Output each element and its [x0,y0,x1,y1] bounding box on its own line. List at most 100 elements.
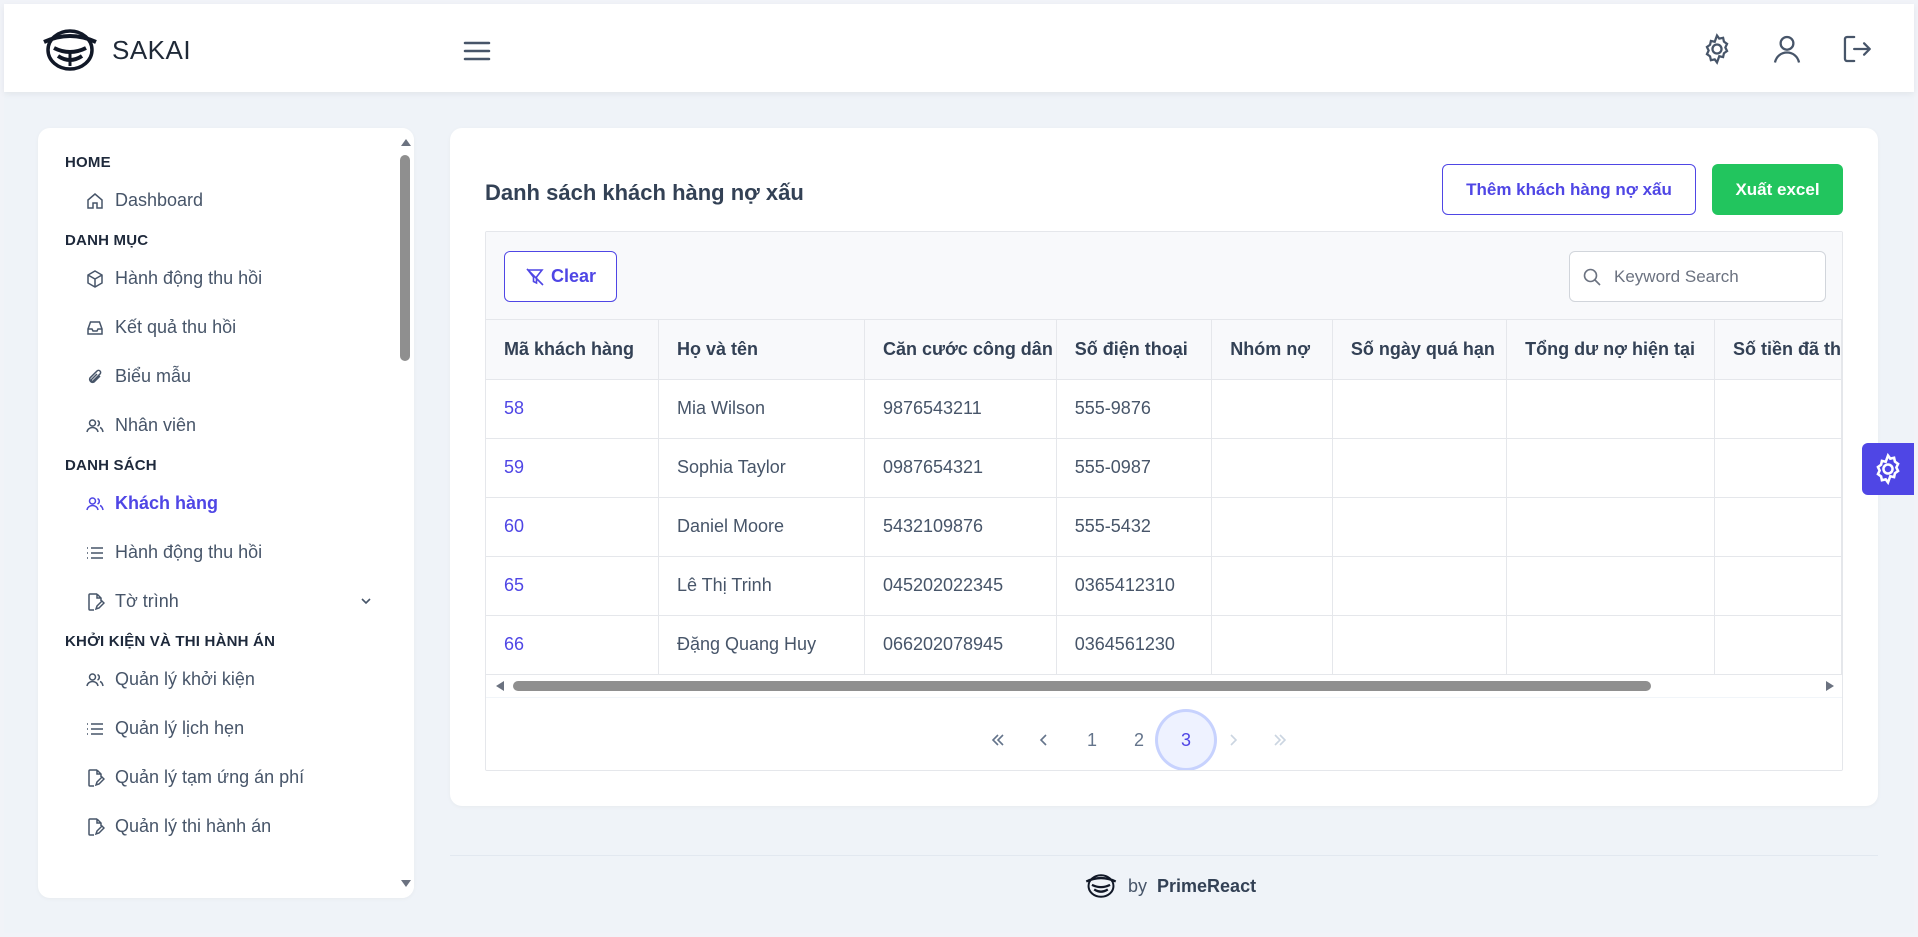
customer-cccd: 045202022345 [864,556,1057,616]
sidebar-item-hanh-dong-thu-hoi[interactable]: Hành động thu hồi [65,254,398,303]
sidebar-item-to-trinh[interactable]: Tờ trình [65,577,398,626]
scroll-left-arrow-icon[interactable] [494,680,506,692]
clear-filter-button[interactable]: Clear [504,251,617,302]
sidebar-item-label: Hành động thu hồi [115,268,263,288]
footer: by PrimeReact [1084,872,1256,900]
sidebar-item-label: Quản lý thi hành án [115,816,272,836]
logout-icon[interactable] [1840,32,1874,66]
table-row[interactable]: 58 Mia Wilson 9876543211 555-9876 [486,379,1842,439]
logo[interactable]: SAKAI [40,26,191,74]
sidebar-item-dashboard[interactable]: Dashboard [65,176,398,225]
chevron-left-icon [1039,734,1047,746]
table-cell [1714,556,1842,616]
sidebar-item-quan-ly-thi-hanh-an[interactable]: Quản lý thi hành án [65,802,398,851]
table-cell [1506,379,1715,439]
settings-gear-icon[interactable] [1700,32,1734,66]
sidebar-item-label: Hành động thu hồi [115,542,263,562]
keyword-search-input[interactable] [1614,266,1804,287]
add-bad-debt-customer-button[interactable]: Thêm khách hàng nợ xấu [1442,164,1696,215]
export-excel-button[interactable]: Xuất excel [1712,164,1843,215]
sidebar-item-label: Quản lý lịch hẹn [115,718,245,738]
customer-cccd: 066202078945 [864,615,1057,675]
table-row[interactable]: 59 Sophia Taylor 0987654321 555-0987 [486,438,1842,498]
filter-slash-icon [526,267,544,286]
customer-name: Đặng Quang Huy [658,615,865,675]
customer-phone: 0365412310 [1056,556,1213,616]
table-cell [1714,379,1842,439]
list-icon [87,546,103,559]
sidebar-item-label: Khách hàng [115,493,219,513]
customer-table: Clear Mã khách hàng Họ và tên Căn cước c… [485,231,1843,771]
footer-by: by [1128,875,1148,896]
sidebar-item-hanh-dong-thu-hoi-list[interactable]: Hành động thu hồi [65,528,398,577]
hamburger-menu-icon[interactable] [460,34,494,68]
sidebar-item-nhan-vien[interactable]: Nhân viên [65,401,398,450]
layout-config-button[interactable] [1862,443,1914,495]
chevron-down-icon[interactable] [359,594,373,608]
column-header[interactable]: Nhóm nợ [1211,320,1333,380]
sidebar-item-label: Biểu mẫu [115,366,192,386]
footer-divider [450,855,1878,856]
users-icon [86,418,104,432]
customer-cccd: 9876543211 [864,379,1057,439]
customer-id-link[interactable]: 65 [486,556,659,616]
table-row[interactable]: 65 Lê Thị Trinh 045202022345 0365412310 [486,556,1842,616]
sidebar-item-quan-ly-khoi-kien[interactable]: Quản lý khởi kiện [65,655,398,704]
customer-name: Mia Wilson [658,379,865,439]
sidebar-item-label: Dashboard [115,190,204,210]
column-header[interactable]: Số ngày quá hạn [1332,320,1508,380]
section-title-home: HOME [65,154,111,171]
last-page-button[interactable] [1252,712,1308,768]
keyword-search [1569,251,1826,302]
column-header[interactable]: Tổng dư nợ hiện tại [1506,320,1715,380]
table-cell [1332,497,1508,557]
customer-id-link[interactable]: 66 [486,615,659,675]
horizontal-scroll-thumb[interactable] [513,681,1651,691]
customer-id-link[interactable]: 59 [486,438,659,498]
paperclip-icon [88,369,102,383]
search-icon [1583,268,1601,286]
double-chevron-right-icon [1274,734,1287,746]
table-cell [1714,615,1842,675]
table-cell [1506,438,1715,498]
table-horizontal-scrollbar[interactable] [486,675,1842,697]
column-header[interactable]: Mã khách hàng [486,320,659,380]
table-cell [1714,438,1842,498]
table-row[interactable]: 60 Daniel Moore 5432109876 555-5432 [486,497,1842,557]
table-row[interactable]: 66 Đặng Quang Huy 066202078945 036456123… [486,615,1842,675]
sidebar-item-label: Nhân viên [115,415,197,435]
gear-icon [1876,452,1900,486]
customer-phone: 555-9876 [1056,379,1213,439]
table-cell [1332,556,1508,616]
scroll-down-arrow-icon[interactable] [399,878,413,890]
column-header[interactable]: Số tiền đã th [1714,320,1842,380]
clear-label: Clear [550,266,597,286]
user-profile-icon[interactable] [1770,32,1804,66]
customer-name: Lê Thị Trinh [658,556,865,616]
column-header[interactable]: Căn cước công dân [864,320,1057,380]
file-edit-icon [88,592,105,611]
scroll-up-arrow-icon[interactable] [399,136,413,148]
paginator: 1 2 3 [486,697,1842,770]
customer-cccd: 0987654321 [864,438,1057,498]
customer-id-link[interactable]: 58 [486,379,659,439]
sidebar-item-khach-hang[interactable]: Khách hàng [65,479,398,528]
users-icon [86,672,104,686]
sidebar-scroll-thumb[interactable] [400,155,410,361]
sidebar-item-bieu-mau[interactable]: Biểu mẫu [65,352,398,401]
sidebar-item-label: Tờ trình [115,591,179,611]
footer-brand[interactable]: PrimeReact [1157,876,1256,897]
sidebar-item-ket-qua-thu-hoi[interactable]: Kết quả thu hồi [65,303,398,352]
column-header[interactable]: Họ và tên [658,320,865,380]
table-cell [1211,615,1333,675]
column-header[interactable]: Số điện thoại [1056,320,1213,380]
scroll-right-arrow-icon[interactable] [1824,680,1836,692]
customer-id-link[interactable]: 60 [486,497,659,557]
double-chevron-left-icon [991,734,1004,746]
file-edit-icon [88,768,105,787]
sidebar-item-quan-ly-tam-ung-an-phi[interactable]: Quản lý tạm ứng án phí [65,753,398,802]
table-header-row: Mã khách hàng Họ và tên Căn cước công dâ… [486,320,1842,380]
customer-name: Sophia Taylor [658,438,865,498]
inbox-icon [87,320,103,335]
sidebar-item-quan-ly-lich-hen[interactable]: Quản lý lịch hẹn [65,704,398,753]
